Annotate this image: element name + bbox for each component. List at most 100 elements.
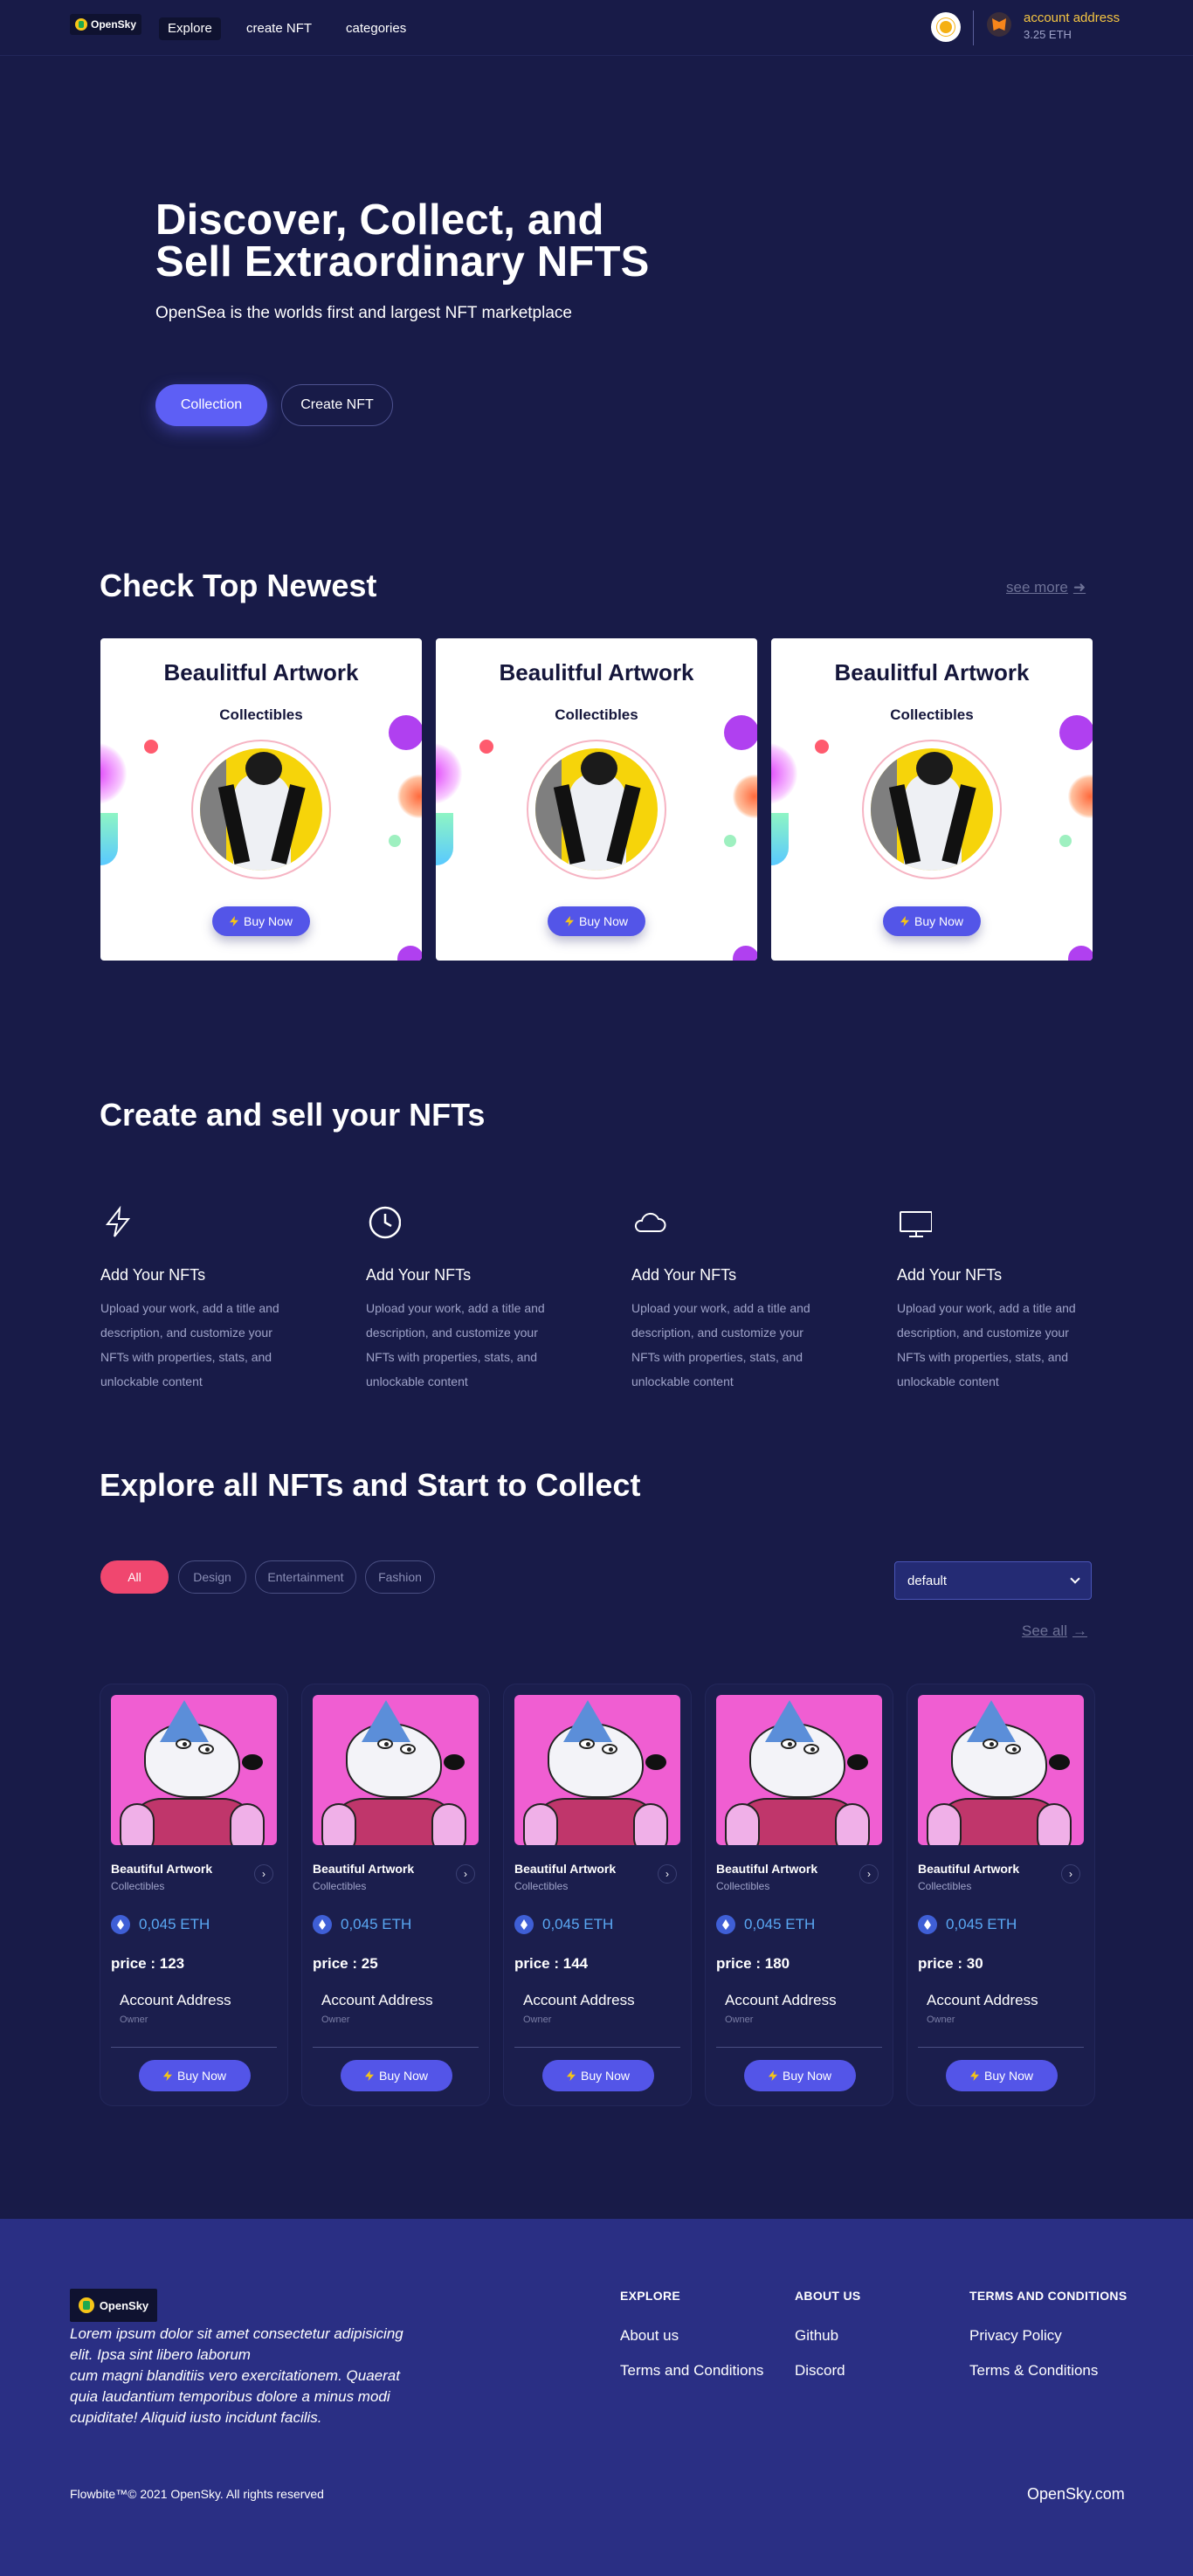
- chevron-right-icon[interactable]: ›: [658, 1864, 677, 1884]
- buy-now-button[interactable]: Buy Now: [883, 906, 981, 936]
- nft-card[interactable]: Beautiful Artwork Collectibles › 0,045 E…: [706, 1684, 893, 2105]
- sort-select[interactable]: default: [894, 1561, 1092, 1600]
- nft-account-address: Account Address: [523, 1992, 635, 2008]
- lightning-icon: [364, 2070, 374, 2081]
- buy-now-label: Buy Now: [578, 914, 629, 928]
- feature-item: Add Your NFTs Upload your work, add a ti…: [631, 1205, 841, 1388]
- buy-now-button[interactable]: Buy Now: [542, 2060, 654, 2091]
- nft-image: [514, 1695, 680, 1845]
- nft-account-address: Account Address: [927, 1992, 1038, 2008]
- nft-eth-price: 0,045 ETH: [313, 1915, 411, 1934]
- card-divider: [918, 2047, 1084, 2048]
- filter-chip-design[interactable]: Design: [178, 1560, 246, 1594]
- nft-price: price : 30: [918, 1955, 983, 1972]
- metamask-fox-icon[interactable]: [987, 12, 1011, 37]
- top-card-title: Beaulitful Artwork: [163, 659, 359, 685]
- nft-card[interactable]: Beautiful Artwork Collectibles › 0,045 E…: [302, 1684, 489, 2105]
- theme-toggle-sun-icon[interactable]: [931, 12, 961, 42]
- feature-title: Add Your NFTs: [631, 1266, 737, 1284]
- decor-dot: [479, 740, 493, 754]
- card-divider: [716, 2047, 882, 2048]
- top-card[interactable]: Beaulitful Artwork Collectibles Buy Now: [100, 638, 422, 961]
- feature-description: Upload your work, add a title and descri…: [100, 1301, 279, 1388]
- nft-card[interactable]: Beautiful Artwork Collectibles › 0,045 E…: [504, 1684, 691, 2105]
- nav-create-nft[interactable]: create NFT: [238, 17, 321, 40]
- nft-eth-price: 0,045 ETH: [111, 1915, 210, 1934]
- nft-title: Beautiful Artwork: [716, 1862, 818, 1876]
- top-card[interactable]: Beaulitful Artwork Collectibles Buy Now: [771, 638, 1093, 961]
- decor-blob: [1068, 775, 1093, 818]
- decor-blob: [436, 743, 462, 804]
- feature-description: Upload your work, add a title and descri…: [631, 1301, 810, 1388]
- feature-item: Add Your NFTs Upload your work, add a ti…: [100, 1205, 310, 1388]
- decor-blob: [1068, 946, 1093, 961]
- buy-now-button[interactable]: Buy Now: [744, 2060, 856, 2091]
- footer-copyright: Flowbite™© 2021 OpenSky. All rights rese…: [70, 2487, 324, 2501]
- footer-logo[interactable]: OpenSky: [70, 2289, 157, 2322]
- lightning-icon: [566, 2070, 576, 2081]
- nav-categories[interactable]: categories: [337, 17, 415, 40]
- page: OpenSky Explore create NFT categories ac…: [0, 0, 1193, 2576]
- chevron-right-icon[interactable]: ›: [456, 1864, 475, 1884]
- buy-now-button[interactable]: Buy Now: [341, 2060, 452, 2091]
- card-divider: [313, 2047, 479, 2048]
- footer-link-about-us[interactable]: About us: [620, 2327, 679, 2345]
- nav-divider: [973, 10, 974, 45]
- buy-now-label: Buy Now: [914, 914, 964, 928]
- footer-link-discord[interactable]: Discord: [795, 2362, 845, 2380]
- chevron-right-icon[interactable]: ›: [859, 1864, 879, 1884]
- filter-chip-fashion[interactable]: Fashion: [365, 1560, 435, 1594]
- decor-dot: [1059, 835, 1072, 847]
- nft-eth-price: 0,045 ETH: [514, 1915, 613, 1934]
- footer-link-privacy-policy[interactable]: Privacy Policy: [969, 2327, 1062, 2345]
- nft-owner-label: Owner: [120, 2015, 148, 2025]
- nft-title: Beautiful Artwork: [918, 1862, 1020, 1876]
- buy-now-button[interactable]: Buy Now: [946, 2060, 1058, 2091]
- decor-dot: [389, 835, 401, 847]
- collection-button[interactable]: Collection: [155, 384, 267, 426]
- cloud-icon: [634, 1212, 666, 1232]
- buy-now-label: Buy Now: [378, 2069, 429, 2083]
- monitor-icon: [900, 1211, 933, 1237]
- nft-image: [716, 1695, 882, 1845]
- nav-explore[interactable]: Explore: [159, 17, 221, 40]
- footer-heading-terms: TERMS AND CONDITIONS: [969, 2289, 1127, 2303]
- eth-value: 0,045 ETH: [341, 1916, 412, 1932]
- feature-item: Add Your NFTs Upload your work, add a ti…: [897, 1205, 1107, 1388]
- buy-now-button[interactable]: Buy Now: [139, 2060, 251, 2091]
- chevron-right-icon[interactable]: ›: [1061, 1864, 1080, 1884]
- footer-link-terms-and-conditions[interactable]: Terms and Conditions: [620, 2362, 763, 2380]
- create-nft-button[interactable]: Create NFT: [281, 384, 393, 426]
- top-card-subtitle: Collectibles: [219, 706, 303, 723]
- buy-now-button[interactable]: Buy Now: [548, 906, 645, 936]
- feature-title: Add Your NFTs: [100, 1266, 206, 1284]
- buy-now-button[interactable]: Buy Now: [212, 906, 310, 936]
- footer-link-github[interactable]: Github: [795, 2327, 838, 2345]
- buy-now-label: Buy Now: [176, 2069, 227, 2083]
- footer-link-terms-conditions[interactable]: Terms & Conditions: [969, 2362, 1098, 2380]
- top-card[interactable]: Beaulitful Artwork Collectibles Buy Now: [436, 638, 757, 961]
- eth-value: 0,045 ETH: [744, 1916, 816, 1932]
- account-address[interactable]: account address: [1024, 10, 1120, 25]
- nft-card[interactable]: Beautiful Artwork Collectibles › 0,045 E…: [100, 1684, 287, 2105]
- filter-chip-all[interactable]: All: [100, 1560, 169, 1594]
- see-all-link[interactable]: See all →: [1022, 1622, 1087, 1640]
- lightning-icon: [105, 1205, 131, 1237]
- nft-card[interactable]: Beautiful Artwork Collectibles › 0,045 E…: [907, 1684, 1094, 2105]
- lightning-icon: [900, 916, 909, 926]
- logo-mark-icon: [75, 18, 87, 31]
- lightning-icon: [969, 2070, 979, 2081]
- decor-blob: [397, 946, 422, 961]
- see-all-label: See all: [1022, 1622, 1067, 1639]
- see-more-link[interactable]: see more ➜: [1006, 579, 1086, 596]
- chevron-right-icon[interactable]: ›: [254, 1864, 273, 1884]
- filter-chip-entertainment[interactable]: Entertainment: [255, 1560, 356, 1594]
- footer-site-link[interactable]: OpenSky.com: [1027, 2485, 1125, 2504]
- top-navbar: OpenSky Explore create NFT categories ac…: [0, 0, 1193, 56]
- logo[interactable]: OpenSky: [70, 14, 142, 35]
- top-card-title: Beaulitful Artwork: [499, 659, 694, 685]
- top-card-title: Beaulitful Artwork: [834, 659, 1030, 685]
- artwork-image: [862, 740, 1002, 879]
- feature-item: Add Your NFTs Upload your work, add a ti…: [366, 1205, 576, 1388]
- footer-heading-about-us: ABOUT US: [795, 2289, 861, 2303]
